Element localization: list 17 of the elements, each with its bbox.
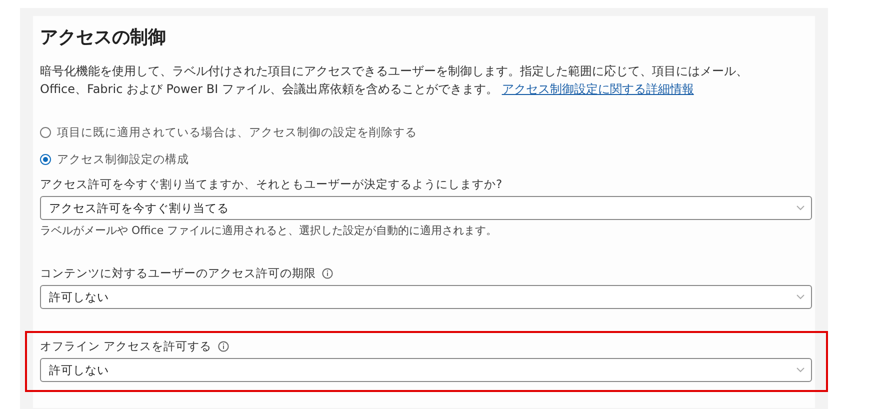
- section-title: アクセスの制御: [40, 26, 166, 49]
- details-link[interactable]: アクセス制御設定に関する詳細情報: [502, 82, 694, 96]
- radio-label: アクセス制御設定の構成: [57, 152, 189, 166]
- dropdown[interactable]: アクセス許可を今すぐ割り当てる: [40, 196, 812, 220]
- field-label: コンテンツに対するユーザーのアクセス許可の期限: [40, 266, 316, 280]
- chevron-icon: [796, 294, 805, 300]
- dropdown[interactable]: 許可しない: [40, 285, 812, 309]
- radio-button[interactable]: [40, 126, 51, 138]
- field-label: アクセス許可を今すぐ割り当てますか、それともユーザーが決定するようにしますか?: [40, 176, 502, 192]
- dropdown[interactable]: 許可しない: [40, 358, 812, 382]
- chevron-icon: [796, 205, 805, 211]
- chevron-icon: [796, 367, 805, 373]
- description-text: 暗号化機能を使用して、ラベル付けされた項目にアクセスできるユーザーを制御します。指定した範囲に応じて、項目にはメール、Office、Fabric および Power BI ファイル、会議出席依頼を含めることができます。 アクセス制御設定に関する詳細情報: [40, 63, 749, 98]
- radio-label: 項目に既に適用されている場合は、アクセス制御の設定を削除する: [57, 124, 417, 140]
- field-label: オフライン アクセスを許可する: [40, 338, 212, 354]
- hint-text: ラベルがメールや Office ファイルに適用されると、選択した設定が自動的に適用されます。: [40, 223, 498, 238]
- radio-button[interactable]: [40, 154, 51, 164]
